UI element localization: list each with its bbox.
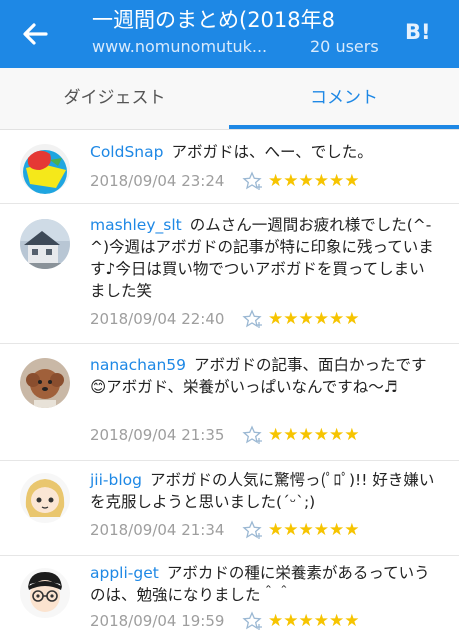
avatar-dog-icon bbox=[20, 358, 70, 408]
star-rating: ★★★★★★ bbox=[268, 611, 360, 631]
comment-list: ColdSnap アボガドは、へー、でした。 2018/09/04 23:24 ★… bbox=[0, 131, 459, 640]
tab-comments[interactable]: コメント bbox=[229, 68, 459, 130]
comment-date: 2018/09/04 22:40 bbox=[90, 310, 225, 328]
star-rating: ★★★★★★ bbox=[268, 309, 360, 329]
comment-username[interactable]: appli-get bbox=[90, 564, 159, 582]
avatar-house-icon bbox=[20, 219, 70, 269]
comment-date: 2018/09/04 23:24 bbox=[90, 172, 225, 190]
tab-bar: ダイジェスト コメント bbox=[0, 68, 459, 130]
active-tab-indicator bbox=[229, 125, 459, 129]
star-rating: ★★★★★★ bbox=[268, 520, 360, 540]
star-rating: ★★★★★★ bbox=[268, 171, 360, 191]
comment-username[interactable]: nanachan59 bbox=[90, 356, 186, 374]
avatar-coldsnap-icon bbox=[20, 144, 70, 194]
comment-username[interactable]: jii-blog bbox=[90, 471, 142, 489]
comment-date: 2018/09/04 21:34 bbox=[90, 521, 225, 539]
list-item: jii-blog アボガドの人気に驚愕っ(ﾟﾛﾟ)!! 好き嫌いを克服しようと思い… bbox=[0, 461, 459, 556]
add-star-icon[interactable] bbox=[242, 424, 264, 446]
add-star-icon[interactable] bbox=[242, 610, 264, 632]
comment-text: アボガドは、へー、でした。 bbox=[171, 143, 373, 161]
comment-date: 2018/09/04 19:59 bbox=[90, 612, 225, 630]
avatar-anime-girl-icon bbox=[20, 473, 70, 523]
tab-digest[interactable]: ダイジェスト bbox=[0, 68, 229, 130]
avatar[interactable] bbox=[20, 568, 70, 618]
list-item: mashley_slt のムさん一週間お疲れ様でした(^-^)今週はアボガドの記事… bbox=[0, 204, 459, 344]
add-star-icon[interactable] bbox=[242, 170, 264, 192]
comment-username[interactable]: ColdSnap bbox=[90, 143, 163, 161]
list-item: nanachan59 アボガドの記事、面白かったです😊アボガド、栄養がいっぱいなん… bbox=[0, 344, 459, 461]
comment-username[interactable]: mashley_slt bbox=[90, 216, 182, 234]
header-titles: 一週間のまとめ(2018年8 www.nomunomutuk... 20 use… bbox=[92, 6, 392, 58]
list-item: ColdSnap アボガドは、へー、でした。 2018/09/04 23:24 ★… bbox=[0, 131, 459, 204]
avatar[interactable] bbox=[20, 219, 70, 269]
comment-date: 2018/09/04 21:35 bbox=[90, 426, 225, 444]
add-star-icon[interactable] bbox=[242, 308, 264, 330]
avatar[interactable] bbox=[20, 358, 70, 408]
avatar[interactable] bbox=[20, 473, 70, 523]
avatar-glasses-man-icon bbox=[20, 568, 70, 618]
list-item: appli-get アボカドの種に栄養素があるっていうのは、勉強になりました＾＾ … bbox=[0, 556, 459, 640]
entry-url[interactable]: www.nomunomutuk... bbox=[92, 36, 288, 58]
user-count: 20 users bbox=[310, 37, 379, 56]
star-rating: ★★★★★★ bbox=[268, 425, 360, 445]
avatar[interactable] bbox=[20, 144, 70, 194]
add-star-icon[interactable] bbox=[242, 519, 264, 541]
hatena-bookmark-icon[interactable]: B! bbox=[405, 16, 441, 48]
back-arrow-icon[interactable] bbox=[18, 17, 52, 51]
app-bar: 一週間のまとめ(2018年8 www.nomunomutuk... 20 use… bbox=[0, 0, 459, 68]
page-title: 一週間のまとめ(2018年8 bbox=[92, 8, 335, 32]
